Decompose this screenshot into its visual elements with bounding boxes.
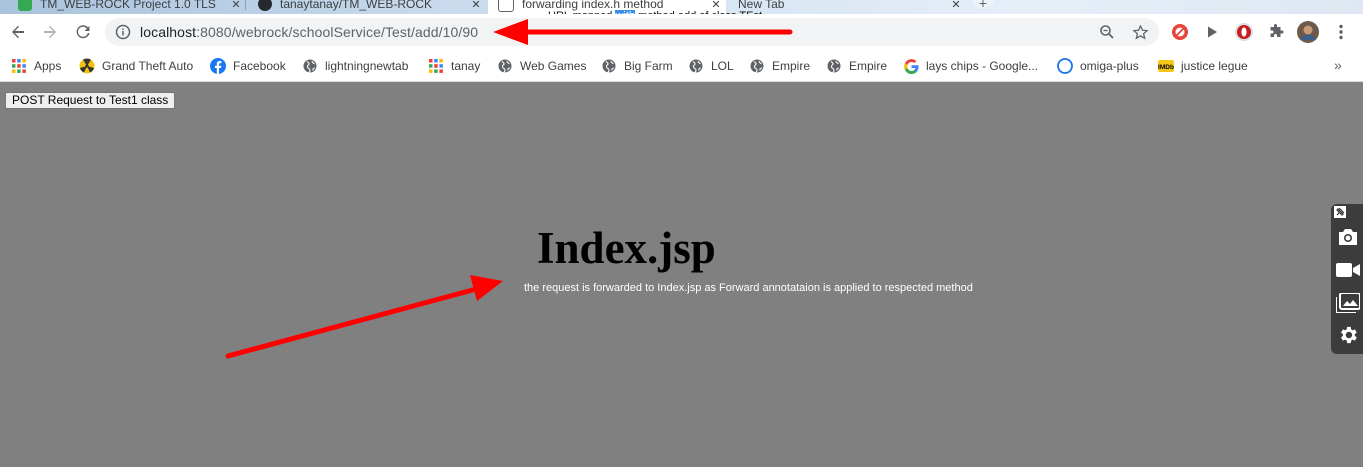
bookmark-label: Grand Theft Auto	[102, 59, 194, 73]
bookmark-facebook[interactable]: Facebook	[210, 56, 286, 76]
imdb-icon: IMDb	[1158, 58, 1174, 74]
apps-grid-icon	[428, 58, 444, 74]
globe-icon	[601, 58, 617, 74]
bookmark-grand-theft-auto[interactable]: Grand Theft Auto	[79, 56, 193, 76]
back-arrow-icon	[12, 25, 24, 39]
tab-2[interactable]: tanaytanay/TM_WEB-ROCK ✕	[248, 0, 486, 14]
bookmark-label: lightningnewtab	[325, 59, 409, 73]
tab-title: TM_WEB-ROCK Project 1.0 TLS	[40, 0, 216, 11]
globe-icon	[302, 58, 318, 74]
svg-text:IMDb: IMDb	[1158, 64, 1174, 71]
bookmark-tanay[interactable]: tanay	[428, 56, 480, 76]
bookmark-label: Facebook	[233, 59, 286, 73]
back-button[interactable]	[4, 18, 32, 46]
bookmark-apps[interactable]: Apps	[11, 56, 61, 76]
tab-title: New Tab	[738, 0, 785, 11]
page-favicon-icon	[498, 0, 514, 12]
bookmark-big-farm[interactable]: Big Farm	[601, 56, 673, 76]
extensions-puzzle-icon[interactable]	[1265, 21, 1287, 43]
toolbar: localhost:8080/webrock/schoolService/Tes…	[0, 14, 1363, 50]
reload-button[interactable]	[69, 18, 97, 46]
url-host: localhost	[140, 24, 197, 40]
forward-arrow-icon	[44, 25, 56, 39]
bookmark-lightningnewtab[interactable]: lightningnewtab	[302, 56, 408, 76]
address-bar[interactable]: localhost:8080/webrock/schoolService/Tes…	[105, 18, 1159, 46]
forward-message: the request is forwarded to Index.jsp as…	[524, 282, 973, 294]
close-icon[interactable]: ✕	[466, 0, 486, 11]
bookmark-label: tanay	[451, 59, 481, 73]
gallery-icon[interactable]	[1335, 290, 1361, 316]
close-icon[interactable]: ✕	[946, 0, 966, 11]
new-tab-button[interactable]: +	[972, 0, 994, 11]
bookmark-lol[interactable]: LOL	[688, 56, 734, 76]
bookmark-label: omiga-plus	[1080, 59, 1139, 73]
bookmark-label: Empire	[772, 59, 811, 73]
post-request-button[interactable]: POST Request to Test1 class	[5, 92, 176, 109]
bookmark-empire-1[interactable]: Empire	[749, 56, 810, 76]
video-camera-icon[interactable]	[1335, 257, 1361, 283]
avatar[interactable]	[1297, 21, 1319, 43]
facebook-icon	[210, 58, 226, 74]
menu-kebab-icon[interactable]	[1330, 21, 1352, 43]
tab-separator	[245, 0, 246, 10]
bookmark-empire-2[interactable]: Empire	[826, 56, 887, 76]
bookmark-web-games[interactable]: Web Games	[497, 56, 586, 76]
settings-gear-icon[interactable]	[1335, 322, 1361, 348]
url-path: :8080/webrock/schoolService/Test/add/10/…	[196, 24, 479, 40]
info-icon[interactable]	[115, 24, 131, 40]
pin-icon[interactable]	[1333, 205, 1347, 219]
circle-icon	[1057, 58, 1073, 74]
bookmark-justice-legue[interactable]: IMDb justice legue	[1158, 56, 1248, 76]
apps-grid-icon	[11, 58, 27, 74]
forward-button[interactable]	[36, 18, 64, 46]
reload-icon	[76, 25, 90, 39]
tab-1[interactable]: TM_WEB-ROCK Project 1.0 TLS ✕	[8, 0, 246, 14]
tab-favicon-icon	[18, 0, 32, 11]
globe-icon	[826, 58, 842, 74]
page-title: Index.jsp	[537, 223, 716, 273]
bookmarks-bar: Apps Grand Theft Auto Facebook lightning…	[0, 50, 1363, 82]
globe-icon	[688, 58, 704, 74]
globe-icon	[497, 58, 513, 74]
play-extension-icon[interactable]	[1201, 21, 1223, 43]
tab-4[interactable]: New Tab ✕	[728, 0, 966, 14]
globe-icon	[749, 58, 765, 74]
opera-adblock-icon[interactable]	[1233, 21, 1255, 43]
bookmark-label: LOL	[711, 59, 734, 73]
camera-icon[interactable]	[1335, 224, 1361, 250]
bookmark-label: Web Games	[520, 59, 587, 73]
bookmarks-overflow-button[interactable]: »	[1334, 57, 1342, 73]
extension-red-icon[interactable]	[1169, 21, 1191, 43]
zoom-icon[interactable]	[1098, 23, 1116, 41]
radiation-icon	[79, 58, 95, 74]
bookmark-label: Big Farm	[624, 59, 673, 73]
bookmark-lays-chips[interactable]: lays chips - Google...	[903, 56, 1038, 76]
tab-title: tanaytanay/TM_WEB-ROCK	[280, 0, 433, 11]
bookmark-label: Apps	[34, 59, 62, 73]
screenshot-tool-panel	[1331, 204, 1363, 354]
page-content: POST Request to Test1 class Index.jsp th…	[0, 82, 1363, 467]
bookmark-label: lays chips - Google...	[926, 59, 1039, 73]
close-icon[interactable]: ✕	[226, 0, 246, 11]
bookmark-omiga-plus[interactable]: omiga-plus	[1057, 56, 1139, 76]
url-text[interactable]: localhost:8080/webrock/schoolService/Tes…	[140, 18, 478, 46]
github-icon	[258, 0, 272, 11]
star-bookmark-icon[interactable]	[1131, 23, 1149, 41]
bookmark-label: justice legue	[1181, 59, 1248, 73]
google-icon	[903, 58, 919, 74]
bookmark-label: Empire	[849, 59, 888, 73]
